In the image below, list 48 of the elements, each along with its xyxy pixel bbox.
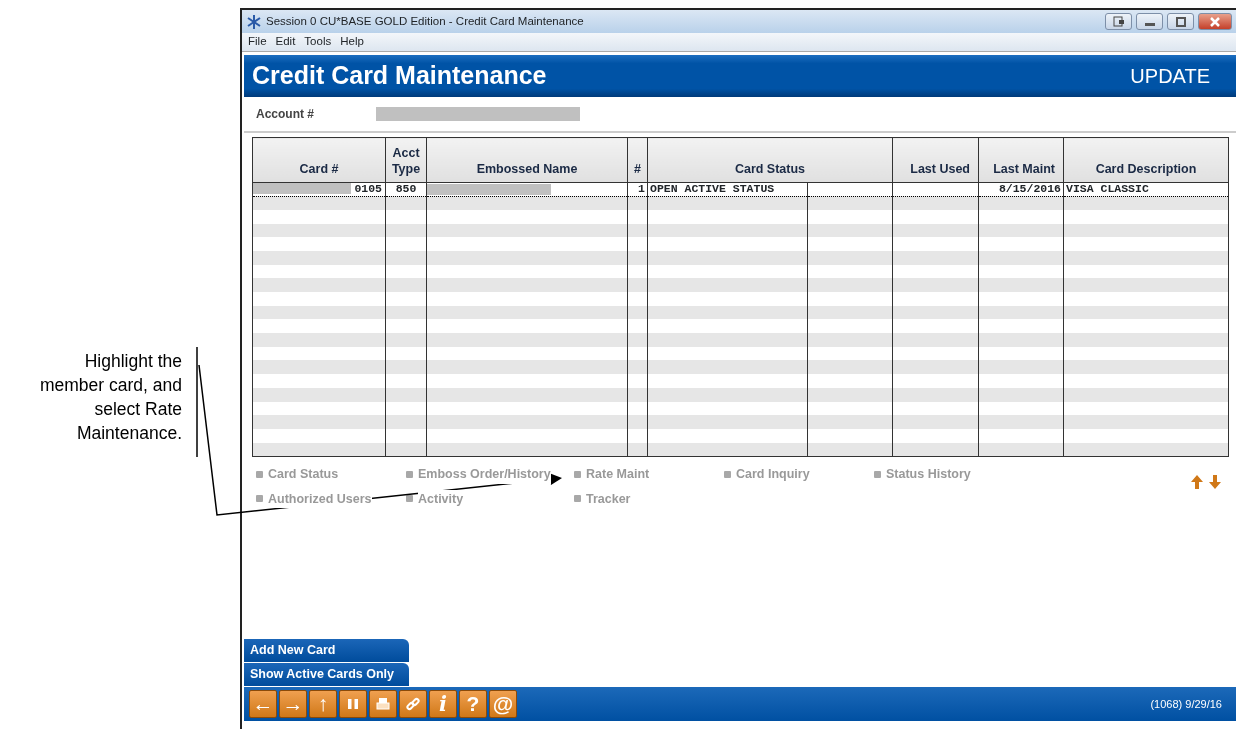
menu-item[interactable]: Edit [275,33,296,51]
callout-text: Highlight the member card, and select Rate Maintenance. [39,350,182,445]
minimize-icon [1144,22,1155,26]
column-header[interactable]: # [627,137,648,183]
action-button[interactable]: Show Active Cards Only [244,663,409,686]
column-header[interactable]: Card # [252,137,386,183]
column-header[interactable]: Embossed Name [426,137,628,183]
bullet-icon [874,470,881,478]
app-icon [246,13,262,30]
bullet-icon [724,470,731,478]
table-cell: VISA CLASSIC [1066,182,1149,196]
window-title: Session 0 CU*BASE GOLD Edition - Credit Card Maintenance [266,13,584,29]
bullet-icon [406,470,413,478]
window-menu-button[interactable] [1105,13,1132,30]
mode-label: UPDATE [1130,64,1210,89]
menu-item[interactable]: Tools [304,33,332,51]
table-cell-text: 0105 [353,183,383,196]
field-label: Account # [256,106,315,123]
table-cell: 1 [638,182,645,196]
close-icon [1209,16,1221,27]
arrow-down-icon[interactable] [1208,474,1222,491]
restore-icon [1112,16,1125,27]
bullet-icon [574,470,581,478]
column-header[interactable]: Acct Type [385,137,427,183]
table-cell: OPEN ACTIVE STATUS [650,182,775,196]
maximize-icon [1174,16,1187,27]
minimize-button[interactable] [1136,13,1163,30]
status-text: (1068) 9/29/16 [1150,696,1223,712]
menu-item[interactable]: Help [340,33,364,51]
column-header[interactable]: Card Description [1063,137,1229,183]
column-header[interactable]: Last Maint [978,137,1064,183]
page-title: Credit Card Maintenance [252,60,547,92]
printer-icon[interactable] [369,690,397,718]
close-button[interactable] [1198,13,1232,30]
bullet-icon [256,495,263,503]
table-cell: 850 [395,182,417,196]
bullet-icon [574,495,581,503]
bullet-icon [406,495,413,503]
column-header[interactable]: Last Used [892,137,979,183]
chain-link-icon[interactable] [399,690,427,718]
pause-icon[interactable] [339,690,367,718]
table-cell: 8/15/2016 [998,182,1061,196]
arrow-up-icon[interactable] [1190,474,1204,491]
bullet-icon [256,470,263,478]
column-header[interactable]: Card Status [647,137,893,183]
maximize-button[interactable] [1167,13,1194,30]
menu-item[interactable]: File [248,33,267,51]
action-button[interactable]: Add New Card [244,639,409,662]
